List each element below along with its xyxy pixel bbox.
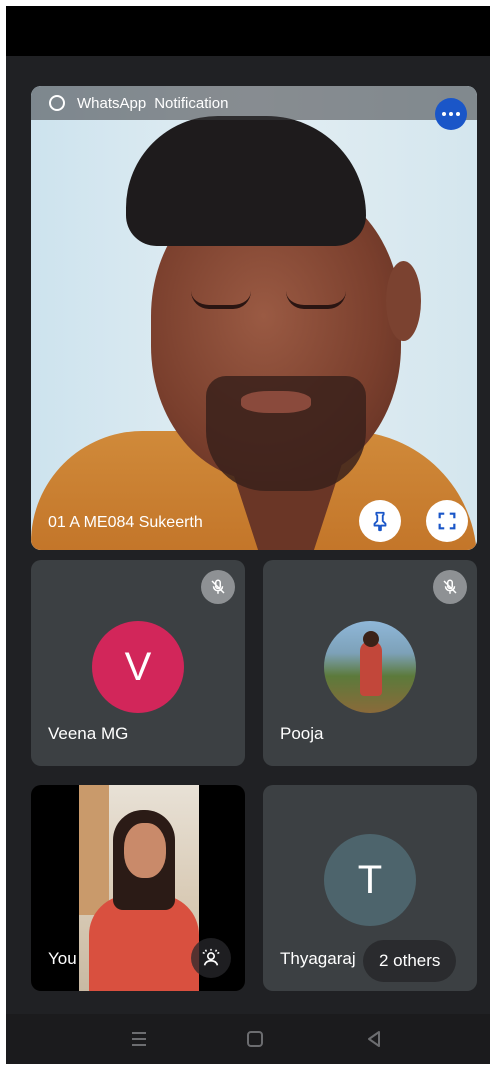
participant-name: Thyagaraj: [280, 949, 356, 968]
others-count-badge[interactable]: 2 others: [363, 940, 457, 982]
main-participant-name: 01 A ME084 Sukeerth: [48, 514, 203, 531]
home-icon[interactable]: [242, 1026, 268, 1052]
self-video-tile[interactable]: You: [31, 785, 245, 991]
avatar: T: [324, 834, 416, 926]
effects-button[interactable]: [191, 938, 231, 978]
fullscreen-button[interactable]: [426, 500, 468, 542]
mic-off-icon: [433, 570, 467, 604]
participant-name: Pooja: [280, 724, 324, 743]
mic-off-icon: [201, 570, 235, 604]
status-bar: [6, 6, 490, 56]
recents-icon[interactable]: [126, 1026, 152, 1052]
self-video: [79, 785, 199, 991]
back-icon[interactable]: [361, 1026, 387, 1052]
more-options-icon[interactable]: [435, 98, 467, 130]
participant-tile-others[interactable]: T Thyagaraj 2 others: [263, 785, 477, 991]
participant-tile-pooja[interactable]: Pooja: [263, 560, 477, 766]
notification-banner[interactable]: WhatsApp Notification: [31, 86, 477, 120]
notification-app-name: WhatsApp: [77, 94, 147, 112]
self-name: You: [48, 949, 77, 968]
main-participant-tile[interactable]: WhatsApp Notification 01 A ME084 Sukeert…: [31, 86, 477, 550]
effects-icon: [202, 948, 220, 966]
notification-label: Notification: [154, 94, 229, 112]
participant-tile-veena[interactable]: V Veena MG: [31, 560, 245, 766]
phone-screen: WhatsApp Notification 01 A ME084 Sukeert…: [6, 6, 490, 1064]
system-nav-bar: [6, 1014, 490, 1064]
fullscreen-icon: [438, 512, 456, 530]
participant-name: Veena MG: [48, 724, 129, 743]
whatsapp-icon: [49, 95, 65, 111]
avatar: V: [92, 621, 184, 713]
pin-icon: [373, 511, 387, 532]
avatar: [324, 621, 416, 713]
pin-button[interactable]: [359, 500, 401, 542]
